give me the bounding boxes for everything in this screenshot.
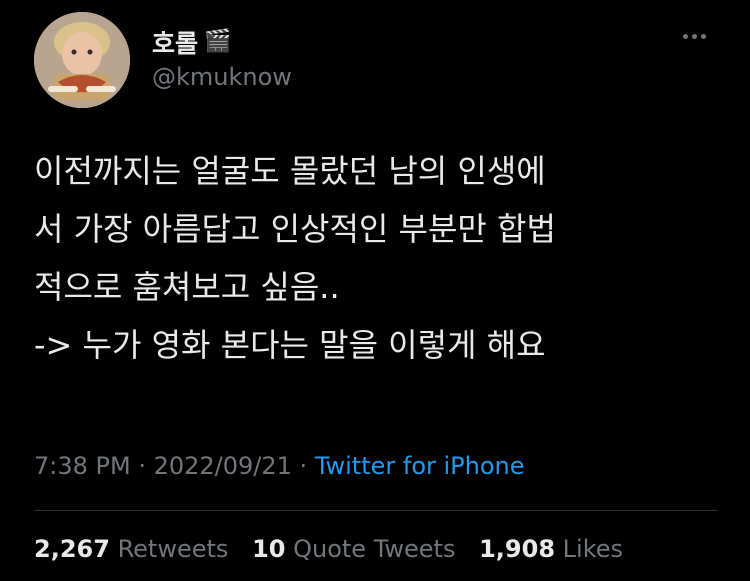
tweet-date[interactable]: 2022/09/21 (154, 452, 292, 480)
quote-tweets-label: Quote Tweets (293, 535, 456, 563)
tweet-line: 이전까지는 얼굴도 몰랐던 남의 인생에 (34, 152, 546, 190)
tweet-stats: 2,267 Retweets 10 Quote Tweets 1,908 Lik… (34, 535, 639, 563)
divider (34, 510, 718, 511)
tweet-meta: 7:38 PM · 2022/09/21 · Twitter for iPhon… (34, 452, 525, 480)
retweets-count: 2,267 (34, 535, 110, 563)
avatar[interactable] (34, 12, 130, 108)
tweet-text: 이전까지는 얼굴도 몰랐던 남의 인생에 서 가장 아름답고 인상적인 부분만 … (34, 142, 724, 374)
tweet-source-link[interactable]: Twitter for iPhone (315, 452, 525, 480)
likes-stat[interactable]: 1,908 Likes (479, 535, 623, 563)
clapperboard-emoji: 🎬 (204, 29, 232, 54)
display-name[interactable]: 호롤 (152, 24, 198, 60)
more-options-button[interactable] (683, 34, 706, 39)
user-name-row[interactable]: 호롤 🎬 (152, 24, 231, 60)
more-options-icon-dot (701, 34, 706, 39)
more-options-icon (683, 34, 688, 39)
retweets-label: Retweets (117, 535, 229, 563)
tweet-line: 적으로 훔쳐보고 싶음.. (34, 268, 340, 306)
likes-count: 1,908 (479, 535, 556, 563)
tweet-line: -> 누가 영화 본다는 말을 이렇게 해요 (34, 326, 546, 364)
meta-separator: · (130, 452, 154, 480)
profile-photo-icon (34, 12, 130, 108)
quote-tweets-stat[interactable]: 10 Quote Tweets (252, 535, 455, 563)
retweets-stat[interactable]: 2,267 Retweets (34, 535, 228, 563)
likes-label: Likes (562, 535, 624, 563)
quote-tweets-count: 10 (252, 535, 286, 563)
meta-separator: · (291, 452, 315, 480)
user-handle[interactable]: @kmuknow (152, 63, 292, 91)
tweet-time[interactable]: 7:38 PM (34, 452, 131, 480)
tweet-line: 서 가장 아름답고 인상적인 부분만 합법 (34, 210, 556, 248)
more-options-icon-dot (692, 34, 697, 39)
